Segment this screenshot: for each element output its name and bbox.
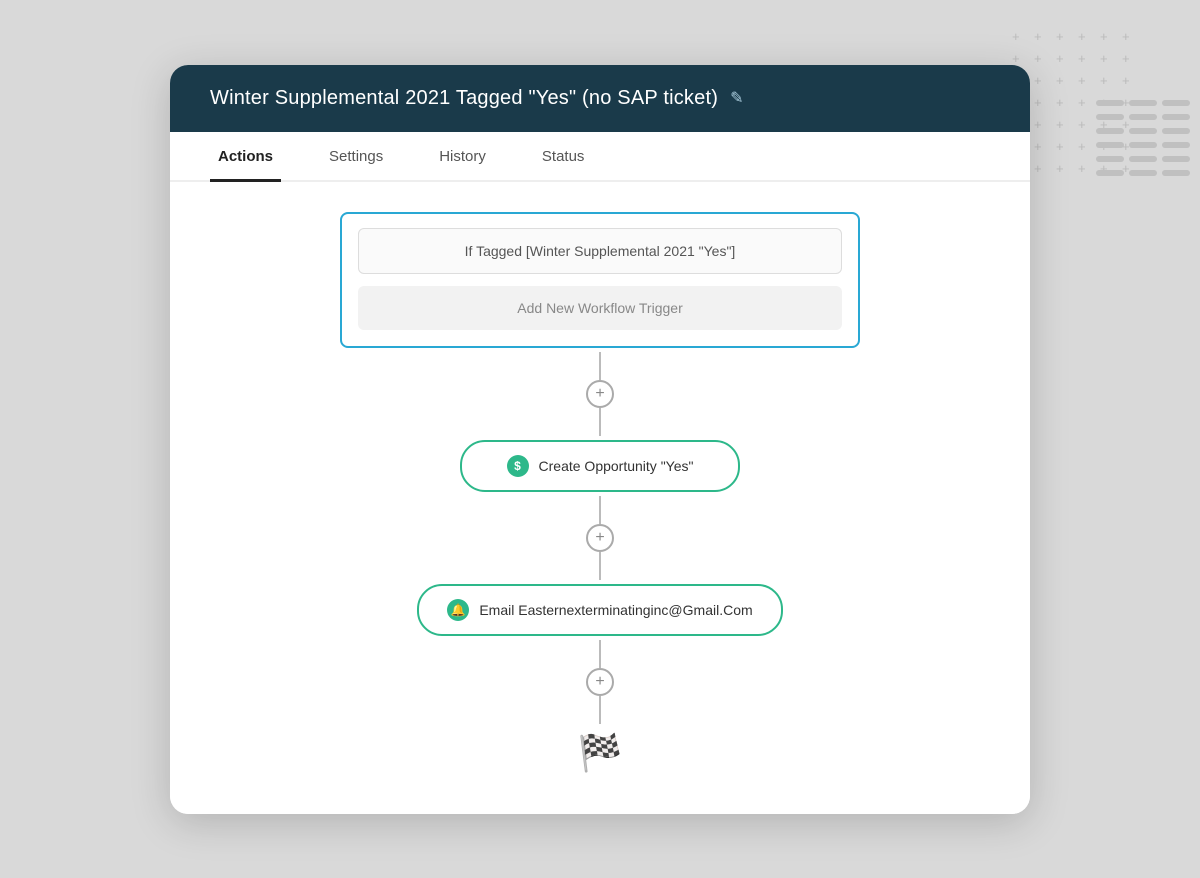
connector-line-3 — [599, 640, 601, 668]
connector-3: + — [586, 640, 614, 724]
email-icon: 🔔 — [447, 599, 469, 621]
connector-line-1b — [599, 408, 601, 436]
connector-1: + — [586, 352, 614, 436]
connector-line-1 — [599, 352, 601, 380]
tab-history[interactable]: History — [431, 132, 494, 182]
modal-body: If Tagged [Winter Supplemental 2021 "Yes… — [170, 182, 1030, 814]
email-action-label: Email Easternexterminatinginc@Gmail.Com — [479, 602, 752, 618]
tab-settings[interactable]: Settings — [321, 132, 391, 182]
modal-title: Winter Supplemental 2021 Tagged "Yes" (n… — [210, 87, 718, 110]
trigger-condition: If Tagged [Winter Supplemental 2021 "Yes… — [358, 228, 842, 274]
add-trigger-button[interactable]: Add New Workflow Trigger — [358, 286, 842, 330]
finish-flag: 🏁 — [578, 732, 623, 774]
add-step-button-1[interactable]: + — [586, 380, 614, 408]
create-opportunity-node[interactable]: $ Create Opportunity "Yes" — [460, 440, 740, 492]
add-step-button-2[interactable]: + — [586, 524, 614, 552]
tabs-bar: Actions Settings History Status — [170, 132, 1030, 182]
add-step-button-3[interactable]: + — [586, 668, 614, 696]
tab-status[interactable]: Status — [534, 132, 593, 182]
outer-wrapper: ++++++ ++++++ ++++++ ++++++ ++++++ +++++… — [0, 0, 1200, 878]
email-action-node[interactable]: 🔔 Email Easternexterminatinginc@Gmail.Co… — [417, 584, 782, 636]
connector-line-3b — [599, 696, 601, 724]
modal-header: Winter Supplemental 2021 Tagged "Yes" (n… — [170, 65, 1030, 132]
decorative-dots-right — [1096, 100, 1190, 176]
connector-2: + — [586, 496, 614, 580]
edit-icon[interactable]: ✎ — [730, 88, 743, 108]
modal-card: Winter Supplemental 2021 Tagged "Yes" (n… — [170, 65, 1030, 814]
trigger-box: If Tagged [Winter Supplemental 2021 "Yes… — [340, 212, 860, 348]
connector-line-2b — [599, 552, 601, 580]
create-opportunity-label: Create Opportunity "Yes" — [539, 458, 694, 474]
tab-actions[interactable]: Actions — [210, 132, 281, 182]
opportunity-icon: $ — [507, 455, 529, 477]
connector-line-2 — [599, 496, 601, 524]
